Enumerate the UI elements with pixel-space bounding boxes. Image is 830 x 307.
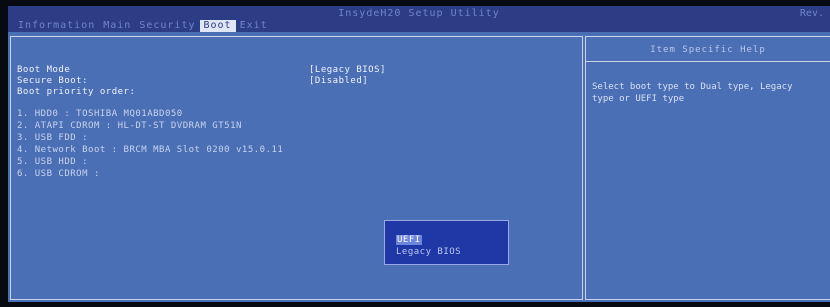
popup-option-uefi-label: UEFI xyxy=(396,235,422,245)
tab-information[interactable]: Information xyxy=(14,20,99,32)
tab-exit[interactable]: Exit xyxy=(236,20,272,32)
tab-boot[interactable]: Boot xyxy=(199,20,236,32)
menu-bar: Information Main Security Boot Exit xyxy=(14,20,272,32)
help-panel: Item Specific Help Select boot type to D… xyxy=(585,36,830,300)
help-title: Item Specific Help xyxy=(650,45,766,55)
bios-screen: InsydeH20 Setup Utility Rev. Information… xyxy=(8,6,830,302)
settings-panel: Boot Mode [Legacy BIOS] Secure Boot: [Di… xyxy=(10,36,583,300)
tab-main[interactable]: Main xyxy=(99,20,135,32)
boot-order-item[interactable]: 3. USB FDD : xyxy=(17,133,88,143)
popup-option-legacy-bios[interactable]: Legacy BIOS xyxy=(396,247,461,257)
boot-order-item[interactable]: 2. ATAPI CDROM : HL-DT-ST DVDRAM GT51N xyxy=(17,121,242,131)
tab-security[interactable]: Security xyxy=(135,20,199,32)
boot-order-item[interactable]: 5. USB HDD : xyxy=(17,157,88,167)
boot-order-label: Boot priority order: xyxy=(17,87,136,97)
window-title: InsydeH20 Setup Utility xyxy=(338,8,500,19)
boot-order-item[interactable]: 6. USB CDROM : xyxy=(17,169,100,179)
title-bar: InsydeH20 Setup Utility Rev. Information… xyxy=(8,6,830,32)
secure-boot-label[interactable]: Secure Boot: xyxy=(17,76,88,87)
boot-mode-label[interactable]: Boot Mode xyxy=(17,65,70,76)
help-text-line: type or UEFI type xyxy=(592,94,685,104)
help-text-line: Select boot type to Dual type, Legacy xyxy=(592,82,793,92)
help-text: Select boot type to Dual type, Legacy ty… xyxy=(592,81,830,105)
boot-mode-value[interactable]: [Legacy BIOS] xyxy=(309,65,386,76)
boot-mode-popup[interactable]: UEFI Legacy BIOS xyxy=(384,220,509,265)
help-divider xyxy=(586,61,830,62)
revision-label: Rev. xyxy=(799,8,824,19)
secure-boot-value[interactable]: [Disabled] xyxy=(309,76,368,87)
boot-order-item[interactable]: 4. Network Boot : BRCM MBA Slot 0200 v15… xyxy=(17,145,283,155)
popup-option-uefi[interactable]: UEFI xyxy=(396,235,422,245)
boot-order-item[interactable]: 1. HDD0 : TOSHIBA MQ01ABD050 xyxy=(17,109,183,119)
